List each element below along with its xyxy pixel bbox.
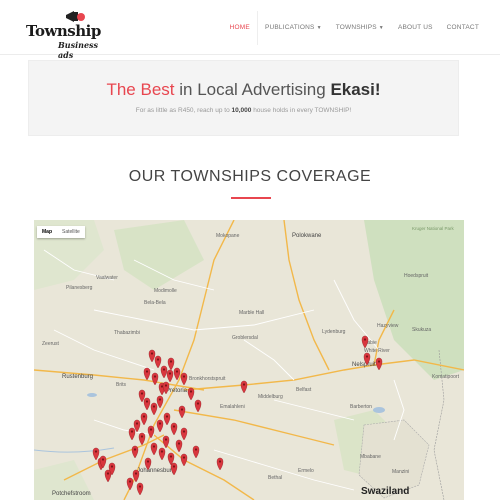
nav-label: ABOUT US	[397, 24, 433, 31]
nav-label: CONTACT	[446, 24, 479, 31]
map-marker-icon[interactable]	[162, 381, 170, 395]
headline-highlight: The Best	[106, 80, 175, 99]
map-marker-icon[interactable]	[180, 453, 188, 467]
brand-name: Township	[26, 22, 101, 40]
map-marker-icon[interactable]	[128, 427, 136, 441]
section-title-underline	[231, 197, 271, 199]
map-marker-icon[interactable]	[138, 432, 146, 446]
map-marker-icon[interactable]	[166, 369, 174, 383]
nav-label: HOME	[229, 24, 250, 31]
banner-headline: The Best in Local Advertising Ekasi!	[29, 80, 458, 100]
site-header: Township Business ads HOME PUBLICATIONS ▼…	[0, 0, 500, 60]
map-marker-icon[interactable]	[240, 380, 248, 394]
map-marker-icon[interactable]	[147, 425, 155, 439]
map-marker-icon[interactable]	[178, 405, 186, 419]
coverage-map[interactable]: Map Satellite Mokopane Polokwane Hoedspr…	[34, 220, 464, 500]
map-marker-icon[interactable]	[163, 412, 171, 426]
map-marker-icon[interactable]	[170, 462, 178, 476]
caret-down-icon: ▼	[378, 25, 384, 31]
map-markers-layer	[92, 335, 383, 496]
map-marker-icon[interactable]	[144, 457, 152, 471]
map-marker-icon[interactable]	[194, 399, 202, 413]
map-marker-icon[interactable]	[170, 422, 178, 436]
caret-down-icon: ▼	[316, 25, 322, 31]
subtext-before: For as little as R450, reach up to	[135, 107, 232, 114]
promo-banner: The Best in Local Advertising Ekasi! For…	[28, 60, 459, 136]
nav-label: TOWNSHIPS	[335, 24, 377, 31]
map-marker-icon[interactable]	[92, 447, 100, 461]
map-marker-icon[interactable]	[143, 397, 151, 411]
map-marker-icon[interactable]	[154, 355, 162, 369]
map-marker-icon[interactable]	[187, 387, 195, 401]
map-marker-icon[interactable]	[132, 469, 140, 483]
map-marker-icon[interactable]	[150, 402, 158, 416]
map-marker-icon[interactable]	[180, 372, 188, 386]
main-nav: HOME PUBLICATIONS ▼ TOWNSHIPS ▼ ABOUT US C…	[223, 0, 486, 55]
map-marker-icon[interactable]	[375, 357, 383, 371]
nav-label: PUBLICATIONS	[264, 24, 315, 31]
map-marker-icon[interactable]	[150, 442, 158, 456]
nav-item-about-us[interactable]: ABOUT US	[391, 0, 440, 55]
map-marker-icon[interactable]	[158, 447, 166, 461]
nav-item-publications[interactable]: PUBLICATIONS ▼	[258, 0, 329, 55]
map-marker-icon[interactable]	[173, 367, 181, 381]
map-marker-icon[interactable]	[156, 395, 164, 409]
map-marker-icon[interactable]	[126, 477, 134, 491]
map-marker-icon[interactable]	[131, 445, 139, 459]
map-marker-icon[interactable]	[363, 352, 371, 366]
map-marker-icon[interactable]	[156, 419, 164, 433]
nav-item-townships[interactable]: TOWNSHIPS ▼	[329, 0, 391, 55]
map-marker-icon[interactable]	[192, 445, 200, 459]
nav-item-contact[interactable]: CONTACT	[440, 0, 486, 55]
subtext-after: house holds in every TOWNSHIP!	[251, 107, 352, 114]
map-marker-icon[interactable]	[143, 367, 151, 381]
map-marker-icon[interactable]	[162, 435, 170, 449]
nav-item-home[interactable]: HOME	[223, 0, 257, 55]
brand-tagline: Business ads	[58, 40, 99, 60]
headline-bold: Ekasi!	[330, 80, 381, 99]
map-marker-icon[interactable]	[140, 412, 148, 426]
map-marker-icon[interactable]	[160, 365, 168, 379]
map-marker-icon[interactable]	[151, 372, 159, 386]
map-marker-icon[interactable]	[167, 357, 175, 371]
map-marker-icon[interactable]	[136, 482, 144, 496]
map-marker-icon[interactable]	[175, 439, 183, 453]
subtext-bold: 10,000	[231, 107, 252, 114]
site-logo[interactable]: Township Business ads	[26, 8, 106, 60]
banner-subtext: For as little as R450, reach up to 10,00…	[29, 107, 458, 114]
map-marker-icon[interactable]	[216, 457, 224, 471]
section-title: OUR TOWNSHIPS COVERAGE	[128, 168, 372, 185]
map-marker-icon[interactable]	[180, 427, 188, 441]
map-marker-icon[interactable]	[361, 335, 369, 349]
headline-middle: in Local Advertising	[174, 80, 331, 99]
map-marker-icon[interactable]	[148, 349, 156, 363]
